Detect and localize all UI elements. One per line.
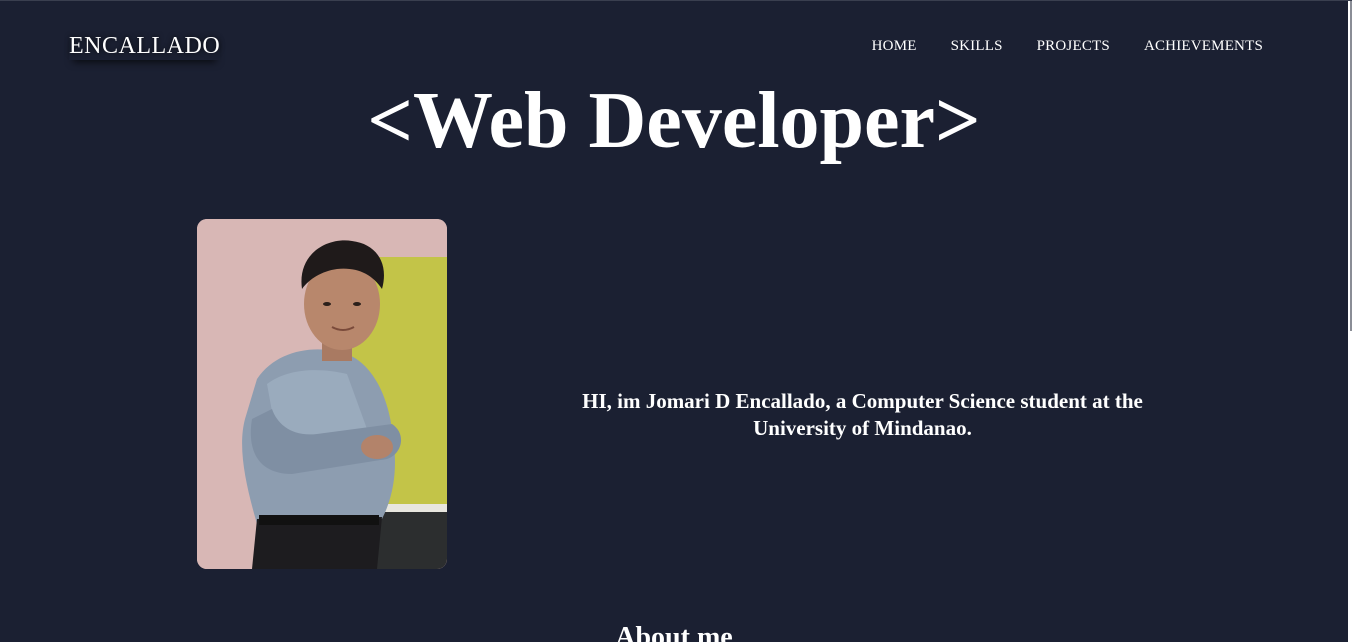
portfolio-page: ENCALLADO HOME SKILLS PROJECTS ACHIEVEME… xyxy=(0,0,1352,642)
nav-home-link[interactable]: HOME xyxy=(872,38,917,55)
site-logo[interactable]: ENCALLADO xyxy=(69,32,220,60)
scrollbar-track[interactable] xyxy=(1348,1,1352,642)
main-nav: HOME SKILLS PROJECTS ACHIEVEMENTS xyxy=(872,38,1263,55)
intro-text: HI, im Jomari D Encallado, a Computer Sc… xyxy=(582,389,1143,440)
hero-title: <Web Developer> xyxy=(367,77,981,165)
profile-photo xyxy=(197,219,447,569)
nav-skills-link[interactable]: SKILLS xyxy=(951,38,1003,55)
nav-projects-link[interactable]: PROJECTS xyxy=(1037,38,1110,55)
nav-achievements-link[interactable]: ACHIEVEMENTS xyxy=(1144,38,1263,55)
about-heading: About me xyxy=(615,622,733,642)
